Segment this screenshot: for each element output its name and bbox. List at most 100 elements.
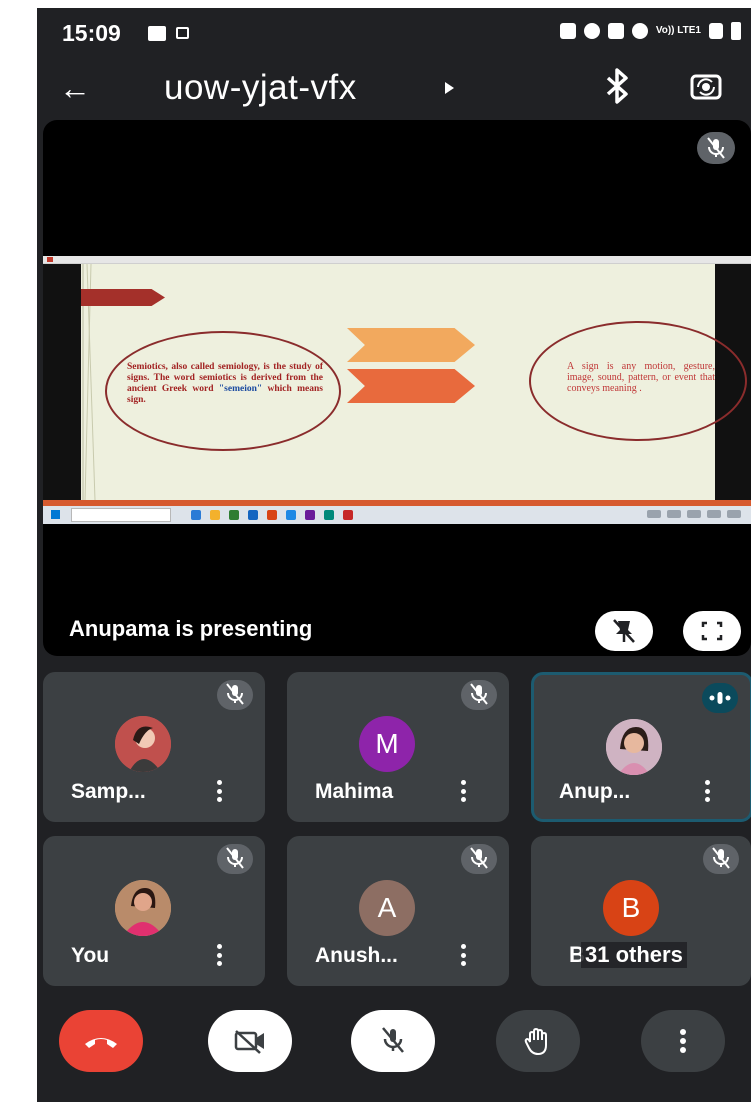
shared-screen: Semiotics, also called semiology, is the… (43, 256, 751, 524)
alarm-icon (559, 23, 576, 39)
participant-tile[interactable]: You (43, 836, 265, 986)
mic-off-icon (217, 680, 253, 710)
fullscreen-icon (701, 621, 723, 641)
status-time: 15:09 (62, 20, 121, 46)
more-vert-icon (680, 1029, 686, 1053)
participant-name: Anup... (559, 780, 631, 803)
participant-name: Anush... (315, 944, 398, 967)
taskbar-tray (521, 510, 741, 520)
unpin-button[interactable] (595, 611, 653, 651)
wifi-icon (631, 23, 648, 39)
app-icon (229, 510, 239, 520)
tray-icon (647, 510, 661, 518)
participant-name: Mahima (315, 780, 394, 803)
participant-tile[interactable]: A Anush... (287, 836, 509, 986)
more-options-button[interactable] (705, 780, 711, 802)
avatar: A (359, 880, 415, 936)
fullscreen-button[interactable] (683, 611, 741, 651)
more-options-button[interactable] (217, 944, 223, 966)
avatar: B (603, 880, 659, 936)
app-icon (191, 510, 201, 520)
bluetooth-audio-icon[interactable] (600, 66, 634, 106)
bluetooth-status-icon (583, 23, 600, 39)
slideshow-border-left (43, 264, 81, 500)
mute-status-icon (607, 23, 624, 39)
participant-tile[interactable]: Samp... (43, 672, 265, 822)
chevron-right-icon[interactable] (445, 82, 454, 94)
battery-icon (731, 22, 741, 40)
profile-photo (606, 719, 662, 775)
more-options-button[interactable] (461, 780, 467, 802)
back-arrow-icon[interactable]: ← (59, 70, 91, 107)
hang-up-icon (85, 1038, 117, 1048)
avatar-initial: B (621, 892, 641, 923)
mic-off-icon (461, 680, 497, 710)
tray-icon (727, 510, 741, 518)
avatar: M (359, 716, 415, 772)
more-options-button[interactable] (461, 944, 467, 966)
participant-name: You (71, 944, 110, 967)
mic-off-icon (703, 844, 739, 874)
more-options-button[interactable] (217, 780, 223, 802)
camera-off-icon (234, 1030, 264, 1054)
raise-hand-button[interactable] (496, 1010, 580, 1072)
app-icon (210, 510, 220, 520)
tray-icon (687, 510, 701, 518)
others-count-label: 31 others (581, 942, 687, 968)
participant-tile[interactable]: M Mahima (287, 672, 509, 822)
tray-icon (707, 510, 721, 518)
presenting-label: Anupama is presenting (69, 616, 313, 641)
message-notification-icon (148, 26, 166, 41)
arrow-shape-bottom (347, 369, 475, 403)
taskbar-search-box (71, 508, 171, 522)
camera-toggle-button[interactable] (208, 1010, 292, 1072)
participant-name: Samp... (71, 780, 146, 803)
avatar (115, 716, 171, 772)
status-bar: 15:09 Vo)) LTE1 (37, 8, 751, 58)
avatar-initial: M (375, 728, 399, 759)
mic-off-icon (382, 1027, 404, 1053)
avatar (606, 719, 662, 775)
right-circle-text: A sign is any motion, gesture, image, so… (567, 361, 715, 394)
slideshow-titlebar (43, 256, 751, 264)
app-icon (343, 510, 353, 520)
switch-camera-icon[interactable] (688, 70, 724, 104)
profile-photo (115, 880, 171, 936)
left-circle-keyword: "semeion" (218, 384, 263, 394)
signal-icon (709, 23, 723, 39)
taskbar-apps (191, 510, 353, 520)
raise-hand-icon (524, 1027, 547, 1056)
more-options-button[interactable] (641, 1010, 725, 1072)
end-call-button[interactable] (59, 1010, 143, 1072)
slide: Semiotics, also called semiology, is the… (81, 264, 747, 500)
powerpoint-icon (47, 257, 53, 262)
unpin-icon (613, 619, 635, 643)
network-label: Vo)) LTE1 (655, 25, 701, 36)
slide-title-tag (81, 289, 165, 306)
app-icon (248, 510, 258, 520)
app-icon (324, 510, 334, 520)
mic-off-icon (697, 132, 735, 164)
app-icon (305, 510, 315, 520)
participant-tile[interactable]: Anup... (531, 672, 751, 822)
mic-off-icon (217, 844, 253, 874)
others-tile[interactable]: B B 31 others (531, 836, 751, 986)
call-controls (37, 1008, 751, 1078)
meeting-code-title[interactable]: uow-yjat-vfx (164, 68, 357, 108)
speaking-indicator-icon (702, 683, 738, 713)
microphone-toggle-button[interactable] (351, 1010, 435, 1072)
windows-start-icon (51, 510, 60, 519)
camera-notification-icon (176, 27, 189, 39)
app-icon (267, 510, 277, 520)
arrow-shape-top (347, 328, 475, 362)
status-icons: Vo)) LTE1 (559, 22, 741, 40)
profile-photo (115, 716, 171, 772)
avatar-initial: A (377, 892, 397, 923)
presentation-stage[interactable]: Semiotics, also called semiology, is the… (43, 120, 751, 656)
left-circle-text: Semiotics, also called semiology, is the… (127, 362, 323, 406)
mic-off-icon (461, 844, 497, 874)
windows-taskbar (43, 506, 751, 524)
app-icon (286, 510, 296, 520)
top-bar: ← uow-yjat-vfx (37, 60, 751, 116)
meet-screen: 15:09 Vo)) LTE1 ← uow-yjat-vfx Semiotics… (37, 8, 751, 1102)
